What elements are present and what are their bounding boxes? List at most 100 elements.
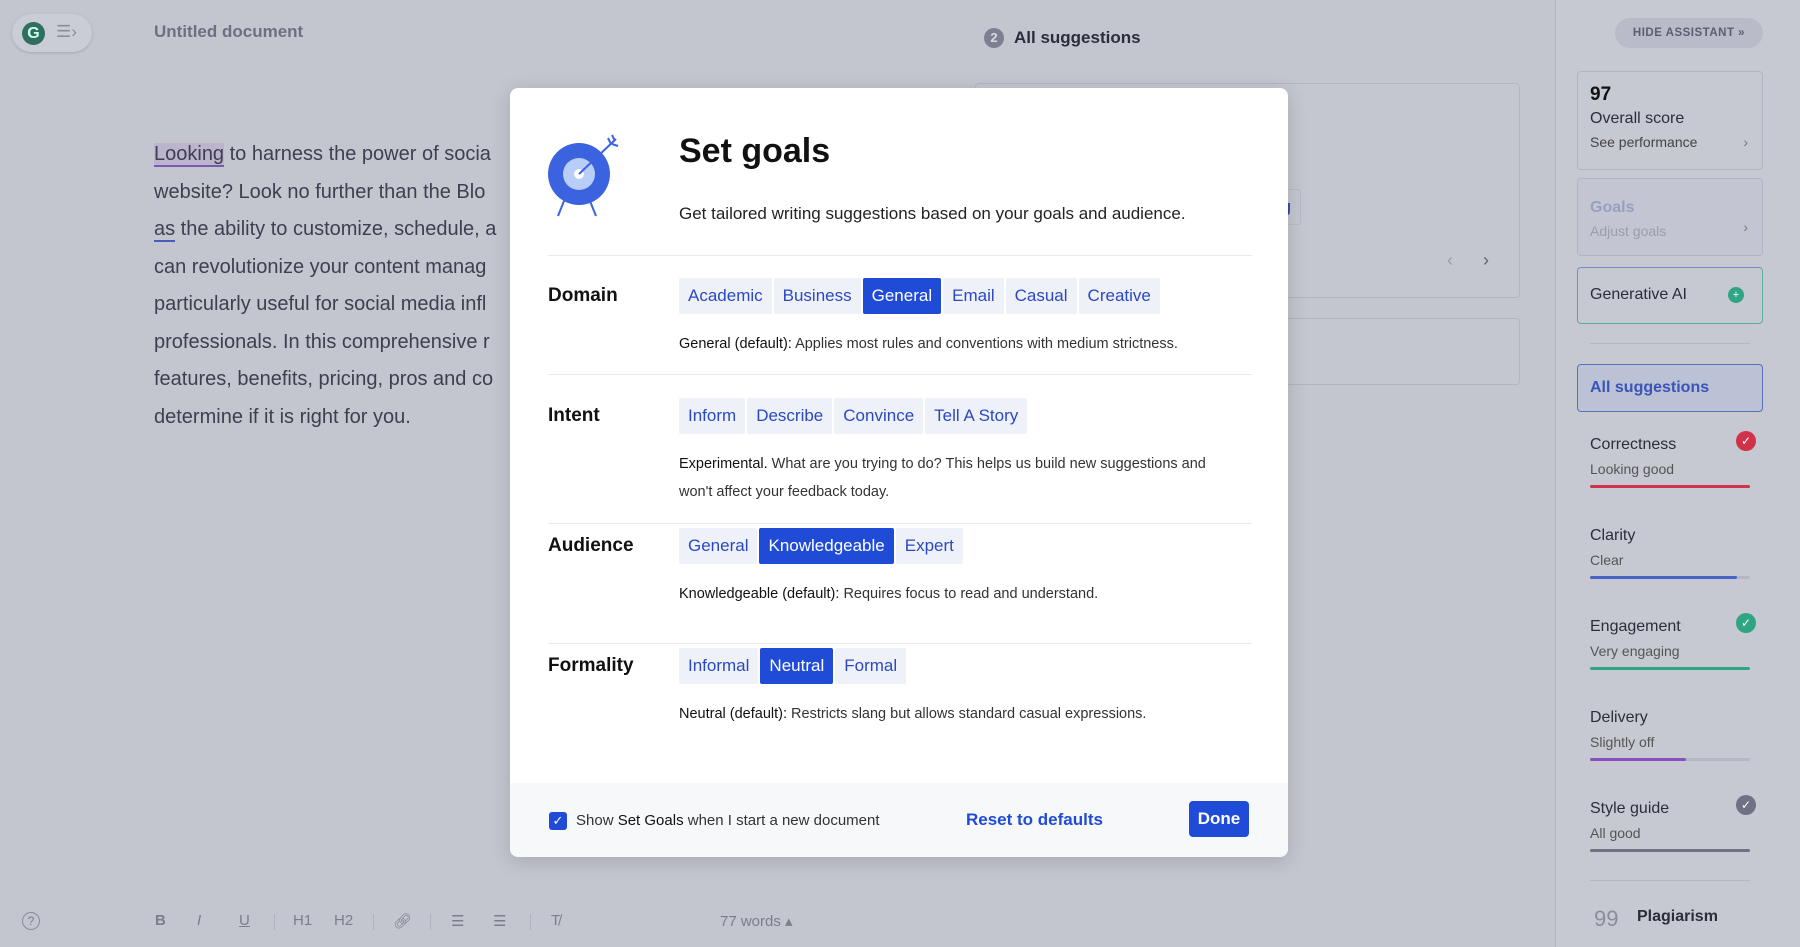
all-suggestions-title: All suggestions [1014,28,1141,47]
formality-options: Informal Neutral Formal [679,648,907,684]
domain-option-casual[interactable]: Casual [1005,278,1077,314]
category-progress-fill [1590,576,1738,579]
domain-option-business[interactable]: Business [773,278,861,314]
checkbox-label[interactable]: Show Set Goals when I start a new docume… [576,812,880,829]
category-style-guide[interactable]: Style guide All good ✓ [1590,795,1756,852]
audience-option-knowledgeable[interactable]: Knowledgeable [759,528,894,564]
doc-line: website? Look no further than the Blo [154,180,486,203]
next-arrow-icon[interactable]: › [1483,250,1489,271]
goals-label: Goals [1590,199,1635,216]
domain-options: Academic Business General Email Casual Creati… [679,278,1160,314]
all-suggestions-button[interactable]: All suggestions [1577,364,1763,412]
prev-arrow-icon[interactable]: ‹ [1447,250,1453,271]
heading1-button[interactable]: H1 [293,912,312,929]
see-performance-link[interactable]: See performance [1590,134,1750,150]
intent-option-convince[interactable]: Convince [834,398,924,434]
divider [548,523,1252,524]
reset-to-defaults-button[interactable]: Reset to defaults [966,810,1103,830]
category-status: All good [1590,825,1641,841]
category-progress-bar [1590,485,1750,488]
overall-score-card[interactable]: 97 Overall score See performance › [1577,71,1763,170]
intent-option-tell-a-story[interactable]: Tell A Story [925,398,1028,434]
category-title: Delivery [1590,709,1648,726]
done-button[interactable]: Done [1189,801,1249,837]
menu-icon: ☰› [56,22,77,41]
adjust-goals-link[interactable]: Adjust goals [1590,223,1750,239]
category-title: Style guide [1590,800,1670,817]
dialog-footer: ✓ Show Set Goals when I start a new docu… [510,783,1288,857]
audience-option-general[interactable]: General [679,528,758,564]
doc-line: as the ability to customize, schedule, a [154,211,514,249]
chevron-right-icon: › [1743,134,1748,150]
domain-description: General (default): Applies most rules an… [679,336,1178,352]
intent-label: Intent [548,405,600,426]
overall-score-value: 97 [1590,84,1612,105]
category-progress-bar [1590,849,1750,852]
bold-button[interactable]: B [155,912,166,929]
clear-formatting-icon[interactable]: T̸ [551,912,560,929]
audience-description: Knowledgeable (default): Requires focus … [679,586,1099,602]
separator [430,914,431,930]
category-progress-fill [1590,667,1750,670]
category-status: Very engaging [1590,643,1680,659]
category-status: Slightly off [1590,734,1655,750]
check-icon: ✓ [1736,613,1756,633]
show-set-goals-checkbox[interactable]: ✓ [549,812,567,830]
category-progress-fill [1590,485,1750,488]
grammarly-logo-icon: G [22,22,45,45]
chevron-right-icon: › [1743,219,1748,235]
ordered-list-icon[interactable]: ☰ [451,912,464,930]
plagiarism-button[interactable]: Plagiarism [1637,908,1718,926]
divider [548,374,1252,375]
flagged-word[interactable]: Looking [154,143,225,167]
link-icon[interactable]: 🔗︎ [393,912,412,930]
heading2-button[interactable]: H2 [334,912,353,929]
category-progress-bar [1590,667,1750,670]
category-title: Clarity [1590,527,1636,544]
check-icon: ✓ [1736,431,1756,451]
word-count[interactable]: 77 words ▴ [720,912,793,930]
category-correctness[interactable]: Correctness Looking good ✓ [1590,431,1756,488]
divider [548,255,1252,256]
formality-option-informal[interactable]: Informal [679,648,759,684]
goals-card[interactable]: Goals Adjust goals › [1577,178,1763,256]
divider [1590,343,1750,344]
doc-text: the ability to customize, schedule, a [175,218,497,240]
underline-button[interactable]: U [239,912,250,929]
domain-option-academic[interactable]: Academic [679,278,772,314]
all-suggestions-label: All suggestions [1590,379,1710,396]
generative-ai-button[interactable]: Generative AI + [1577,267,1763,324]
separator [274,914,275,930]
grammarly-menu-button[interactable]: G ☰› [12,14,92,52]
domain-option-email[interactable]: Email [943,278,1004,314]
overall-score-label: Overall score [1590,110,1685,127]
category-status: Looking good [1590,461,1675,477]
category-delivery[interactable]: Delivery Slightly off [1590,709,1750,761]
category-clarity[interactable]: Clarity Clear [1590,527,1750,579]
separator [530,914,531,930]
doc-line: particularly useful for social media inf… [154,293,487,315]
document-body[interactable]: Looking to harness the power of socia we… [154,136,514,436]
category-progress-fill [1590,758,1686,761]
bullet-list-icon[interactable]: ☰ [493,912,506,930]
target-icon [548,134,619,217]
intent-option-describe[interactable]: Describe [747,398,833,434]
audience-option-expert[interactable]: Expert [895,528,963,564]
category-status: Clear [1590,552,1624,568]
flagged-word[interactable]: as [154,218,176,242]
italic-button[interactable]: I [197,912,201,929]
formality-option-formal[interactable]: Formal [835,648,907,684]
quote-icon: 99 [1594,906,1619,931]
intent-option-inform[interactable]: Inform [679,398,746,434]
help-icon[interactable]: ? [22,912,40,930]
dialog-title: Set goals [679,132,831,170]
assistant-sidebar: HIDE ASSISTANT » 97 Overall score See pe… [1555,0,1800,947]
domain-option-creative[interactable]: Creative [1078,278,1160,314]
hide-assistant-button[interactable]: HIDE ASSISTANT » [1615,18,1763,48]
generative-ai-label: Generative AI [1590,286,1687,303]
all-suggestions-header: 2 All suggestions [984,28,1141,48]
domain-option-general[interactable]: General [862,278,942,314]
formality-option-neutral[interactable]: Neutral [760,648,834,684]
category-engagement[interactable]: Engagement Very engaging ✓ [1590,613,1756,670]
document-title[interactable]: Untitled document [154,22,303,42]
